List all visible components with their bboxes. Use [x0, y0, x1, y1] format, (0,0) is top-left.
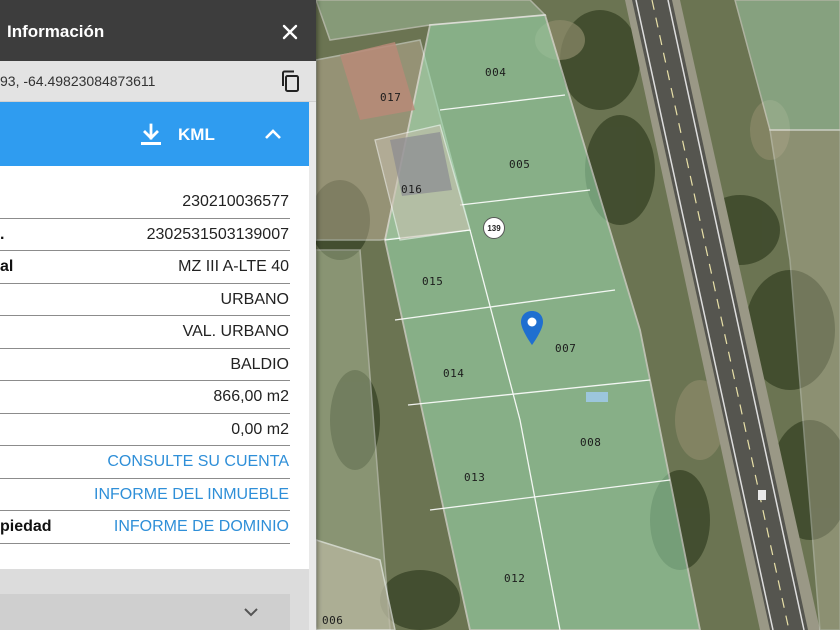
details-row-link[interactable]: INFORME DE DOMINIO	[114, 518, 289, 536]
info-panel: Información 93, -64.49823084873611 KML 2…	[0, 0, 316, 630]
parcel-label-004: 004	[485, 66, 507, 79]
details-row-label: piedad	[0, 518, 52, 535]
panel-header: Información	[0, 0, 316, 61]
details-row: 866,00 m2	[0, 381, 290, 414]
details-row: 230210036577	[0, 186, 290, 219]
parcel-label-006: 006	[322, 614, 344, 627]
parcel-label-005: 005	[509, 158, 531, 171]
details-list: 230210036577. 2302531503139007 al MZ III A-…	[0, 186, 290, 544]
details-row-link[interactable]: INFORME DEL INMUEBLE	[94, 486, 289, 504]
property-details: 230210036577. 2302531503139007 al MZ III A-…	[0, 166, 309, 569]
details-row-value: 866,00 m2	[213, 388, 289, 405]
card-header: KML	[0, 102, 309, 166]
details-row-label: al	[0, 258, 14, 275]
details-row-value: 230210036577	[182, 193, 289, 210]
parcel-label-012: 012	[504, 572, 526, 585]
panel-scroll-area[interactable]: KML 230210036577. 2302531503139007 al MZ II…	[0, 102, 316, 630]
close-icon[interactable]	[278, 20, 302, 44]
parcel-label-014: 014	[443, 367, 465, 380]
details-row-value: 2302531503139007	[146, 225, 289, 243]
details-row-value: URBANO	[220, 290, 289, 308]
details-row-value: MZ III A-LTE 40	[178, 258, 289, 275]
collapsed-section[interactable]	[0, 594, 290, 630]
details-row-label: .	[0, 225, 5, 243]
parcel-label-017: 017	[380, 91, 402, 104]
chevron-up-icon[interactable]	[262, 124, 284, 146]
download-icon	[141, 123, 161, 145]
details-row-link[interactable]: CONSULTE SU CUENTA	[107, 453, 289, 471]
coordinates-text: 93, -64.49823084873611	[0, 73, 156, 89]
details-row: . 2302531503139007	[0, 219, 290, 251]
route-badge: 139	[483, 217, 505, 239]
parcel-label-013: 013	[464, 471, 486, 484]
details-row: URBANO	[0, 284, 290, 316]
details-row-value: 0,00 m2	[231, 420, 289, 438]
kml-download-button[interactable]: KML	[140, 120, 215, 150]
parcel-label-008: 008	[580, 436, 602, 449]
parcel-label-007: 007	[555, 342, 577, 355]
details-row[interactable]: CONSULTE SU CUENTA	[0, 446, 290, 479]
details-row: al MZ III A-LTE 40	[0, 251, 290, 284]
scrollbar[interactable]	[309, 102, 316, 630]
details-row-value: VAL. URBANO	[182, 323, 289, 340]
details-row[interactable]: piedad INFORME DE DOMINIO	[0, 511, 290, 544]
details-row: 0,00 m2	[0, 414, 290, 446]
parcel-label-016: 016	[401, 183, 423, 196]
map-pin-icon[interactable]	[519, 310, 545, 346]
chevron-down-icon[interactable]	[241, 602, 261, 622]
parcel-label-015: 015	[422, 275, 444, 288]
coordinates-row: 93, -64.49823084873611	[0, 61, 316, 102]
details-row: BALDIO	[0, 349, 290, 381]
details-row[interactable]: INFORME DEL INMUEBLE	[0, 479, 290, 511]
details-row-value: BALDIO	[230, 355, 289, 373]
kml-label: KML	[178, 125, 215, 144]
copy-icon[interactable]	[279, 69, 301, 93]
panel-title: Información	[7, 22, 105, 41]
details-row: VAL. URBANO	[0, 316, 290, 349]
